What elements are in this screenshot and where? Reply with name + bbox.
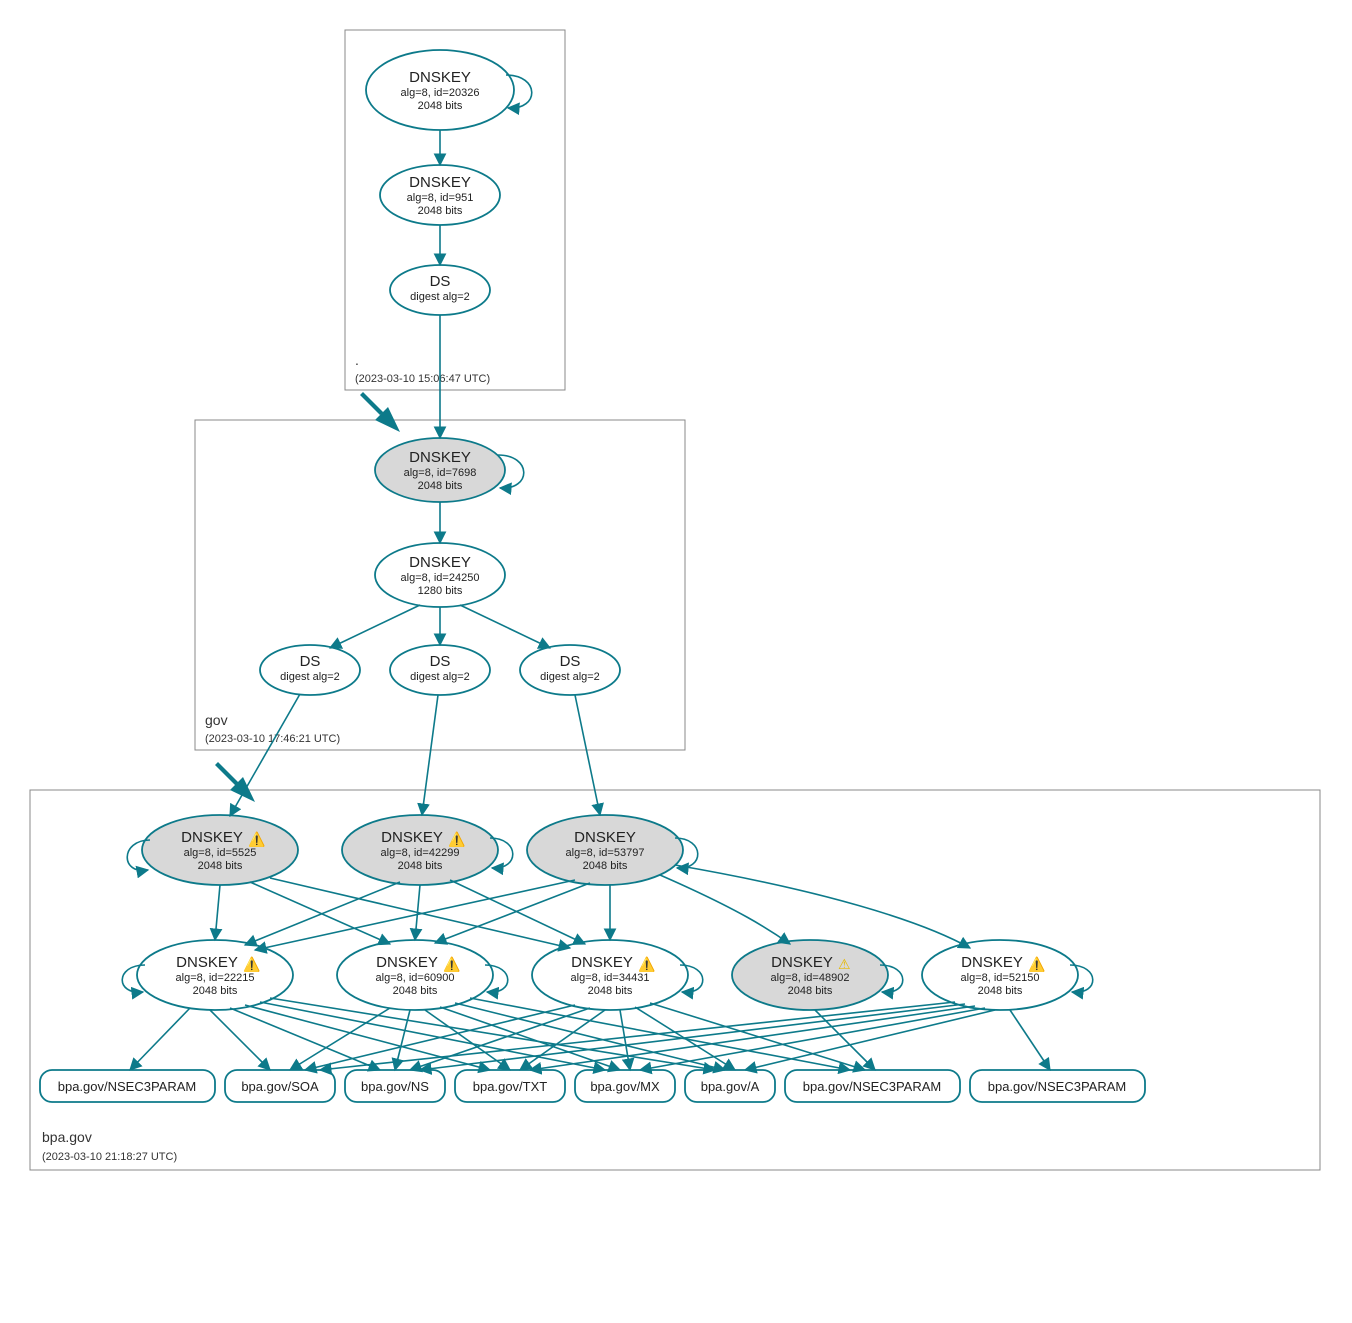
edge-ds1-k5525 — [230, 694, 300, 816]
svg-text:DS: DS — [430, 653, 451, 670]
svg-text:alg=8, id=951: alg=8, id=951 — [407, 192, 474, 204]
svg-text:bpa.gov/MX: bpa.gov/MX — [590, 1079, 660, 1094]
node-gov-ds1[interactable]: DS digest alg=2 — [260, 645, 360, 695]
svg-text:1280 bits: 1280 bits — [418, 585, 463, 597]
svg-text:2048 bits: 2048 bits — [583, 860, 628, 872]
error-icon: ⚠️ — [443, 956, 460, 973]
svg-text:DNSKEY: DNSKEY — [381, 829, 443, 846]
leaf-txt[interactable]: bpa.gov/TXT — [455, 1070, 565, 1102]
node-gov-ds2[interactable]: DS digest alg=2 — [390, 645, 490, 695]
node-gov-ds3[interactable]: DS digest alg=2 — [520, 645, 620, 695]
svg-text:DNSKEY: DNSKEY — [181, 829, 243, 846]
svg-text:alg=8, id=42299: alg=8, id=42299 — [381, 847, 460, 859]
svg-text:DS: DS — [300, 653, 321, 670]
node-root-ksk[interactable]: DNSKEY alg=8, id=20326 2048 bits — [366, 50, 514, 130]
svg-text:alg=8, id=20326: alg=8, id=20326 — [401, 87, 480, 99]
svg-text:2048 bits: 2048 bits — [788, 985, 833, 997]
error-icon: ⚠️ — [448, 831, 465, 848]
svg-text:DNSKEY: DNSKEY — [409, 554, 471, 571]
svg-text:DNSKEY: DNSKEY — [409, 449, 471, 466]
node-gov-ksk[interactable]: DNSKEY alg=8, id=7698 2048 bits — [375, 438, 505, 502]
svg-text:2048 bits: 2048 bits — [418, 480, 463, 492]
zone-bpa-time: (2023-03-10 21:18:27 UTC) — [42, 1151, 177, 1163]
svg-text:2048 bits: 2048 bits — [198, 860, 243, 872]
svg-text:bpa.gov/TXT: bpa.gov/TXT — [473, 1079, 547, 1094]
node-gov-zsk[interactable]: DNSKEY alg=8, id=24250 1280 bits — [375, 543, 505, 607]
edge-govzsk-ds3 — [460, 605, 550, 648]
svg-text:alg=8, id=52150: alg=8, id=52150 — [961, 972, 1040, 984]
svg-text:DNSKEY: DNSKEY — [409, 69, 471, 86]
svg-text:alg=8, id=53797: alg=8, id=53797 — [566, 847, 645, 859]
leaf-ns[interactable]: bpa.gov/NS — [345, 1070, 445, 1102]
zone-bpa-name: bpa.gov — [42, 1129, 92, 1145]
svg-text:DNSKEY: DNSKEY — [574, 829, 636, 846]
node-bpa-k34431[interactable]: DNSKEY ⚠️ alg=8, id=34431 2048 bits — [532, 940, 688, 1010]
node-bpa-k53797[interactable]: DNSKEY alg=8, id=53797 2048 bits — [527, 815, 683, 885]
node-bpa-k5525[interactable]: DNSKEY ⚠️ alg=8, id=5525 2048 bits — [142, 815, 298, 885]
svg-text:2048 bits: 2048 bits — [193, 985, 238, 997]
svg-text:digest alg=2: digest alg=2 — [540, 671, 600, 683]
edge-ds2-k42299 — [422, 695, 438, 815]
svg-text:digest alg=2: digest alg=2 — [280, 671, 340, 683]
svg-text:alg=8, id=48902: alg=8, id=48902 — [771, 972, 850, 984]
svg-text:digest alg=2: digest alg=2 — [410, 671, 470, 683]
node-bpa-k42299[interactable]: DNSKEY ⚠️ alg=8, id=42299 2048 bits — [342, 815, 498, 885]
svg-text:DNSKEY: DNSKEY — [961, 954, 1023, 971]
error-icon: ⚠️ — [248, 831, 265, 848]
node-bpa-k52150[interactable]: DNSKEY ⚠️ alg=8, id=52150 2048 bits — [922, 940, 1078, 1010]
svg-text:alg=8, id=60900: alg=8, id=60900 — [376, 972, 455, 984]
svg-text:DNSKEY: DNSKEY — [176, 954, 238, 971]
leaf-a[interactable]: bpa.gov/A — [685, 1070, 775, 1102]
svg-text:2048 bits: 2048 bits — [588, 985, 633, 997]
svg-text:bpa.gov/NS: bpa.gov/NS — [361, 1079, 429, 1094]
node-root-ds[interactable]: DS digest alg=2 — [390, 265, 490, 315]
zone-root-name: . — [355, 352, 359, 368]
svg-text:DNSKEY: DNSKEY — [409, 174, 471, 191]
leaf-mx[interactable]: bpa.gov/MX — [575, 1070, 675, 1102]
svg-text:bpa.gov/SOA: bpa.gov/SOA — [241, 1079, 319, 1094]
leaf-nsec3-2[interactable]: bpa.gov/NSEC3PARAM — [785, 1070, 960, 1102]
svg-text:bpa.gov/NSEC3PARAM: bpa.gov/NSEC3PARAM — [988, 1079, 1127, 1094]
svg-text:2048 bits: 2048 bits — [418, 205, 463, 217]
svg-text:DS: DS — [560, 653, 581, 670]
edge-govzsk-ds1 — [330, 605, 420, 648]
svg-text:bpa.gov/NSEC3PARAM: bpa.gov/NSEC3PARAM — [803, 1079, 942, 1094]
leaf-nsec3-1[interactable]: bpa.gov/NSEC3PARAM — [40, 1070, 215, 1102]
svg-text:DNSKEY: DNSKEY — [376, 954, 438, 971]
error-icon: ⚠️ — [243, 956, 260, 973]
zone-root-time: (2023-03-10 15:06:47 UTC) — [355, 373, 490, 385]
svg-text:DS: DS — [430, 273, 451, 290]
delegation-arrow-root-gov — [360, 392, 400, 432]
svg-text:alg=8, id=34431: alg=8, id=34431 — [571, 972, 650, 984]
svg-text:2048 bits: 2048 bits — [398, 860, 443, 872]
edge-ds3-k53797 — [575, 695, 600, 815]
svg-text:bpa.gov/A: bpa.gov/A — [701, 1079, 760, 1094]
svg-text:2048 bits: 2048 bits — [418, 100, 463, 112]
dnssec-graph: . (2023-03-10 15:06:47 UTC) gov (2023-03… — [20, 20, 1332, 1303]
svg-text:digest alg=2: digest alg=2 — [410, 291, 470, 303]
svg-text:bpa.gov/NSEC3PARAM: bpa.gov/NSEC3PARAM — [58, 1079, 197, 1094]
svg-text:alg=8, id=24250: alg=8, id=24250 — [401, 572, 480, 584]
leaf-nsec3-3[interactable]: bpa.gov/NSEC3PARAM — [970, 1070, 1145, 1102]
error-icon: ⚠️ — [1028, 956, 1045, 973]
node-bpa-k60900[interactable]: DNSKEY ⚠️ alg=8, id=60900 2048 bits — [337, 940, 493, 1010]
node-root-zsk[interactable]: DNSKEY alg=8, id=951 2048 bits — [380, 165, 500, 225]
svg-text:alg=8, id=7698: alg=8, id=7698 — [404, 467, 477, 479]
svg-text:2048 bits: 2048 bits — [978, 985, 1023, 997]
svg-text:DNSKEY: DNSKEY — [771, 954, 833, 971]
node-bpa-k48902[interactable]: DNSKEY ⚠ alg=8, id=48902 2048 bits — [732, 940, 888, 1010]
error-icon: ⚠️ — [638, 956, 655, 973]
zone-gov-name: gov — [205, 712, 228, 728]
leaf-soa[interactable]: bpa.gov/SOA — [225, 1070, 335, 1102]
warning-icon: ⚠ — [838, 956, 851, 972]
svg-text:alg=8, id=5525: alg=8, id=5525 — [184, 847, 257, 859]
svg-text:2048 bits: 2048 bits — [393, 985, 438, 997]
svg-text:DNSKEY: DNSKEY — [571, 954, 633, 971]
svg-text:alg=8, id=22215: alg=8, id=22215 — [176, 972, 255, 984]
node-bpa-k22215[interactable]: DNSKEY ⚠️ alg=8, id=22215 2048 bits — [137, 940, 293, 1010]
